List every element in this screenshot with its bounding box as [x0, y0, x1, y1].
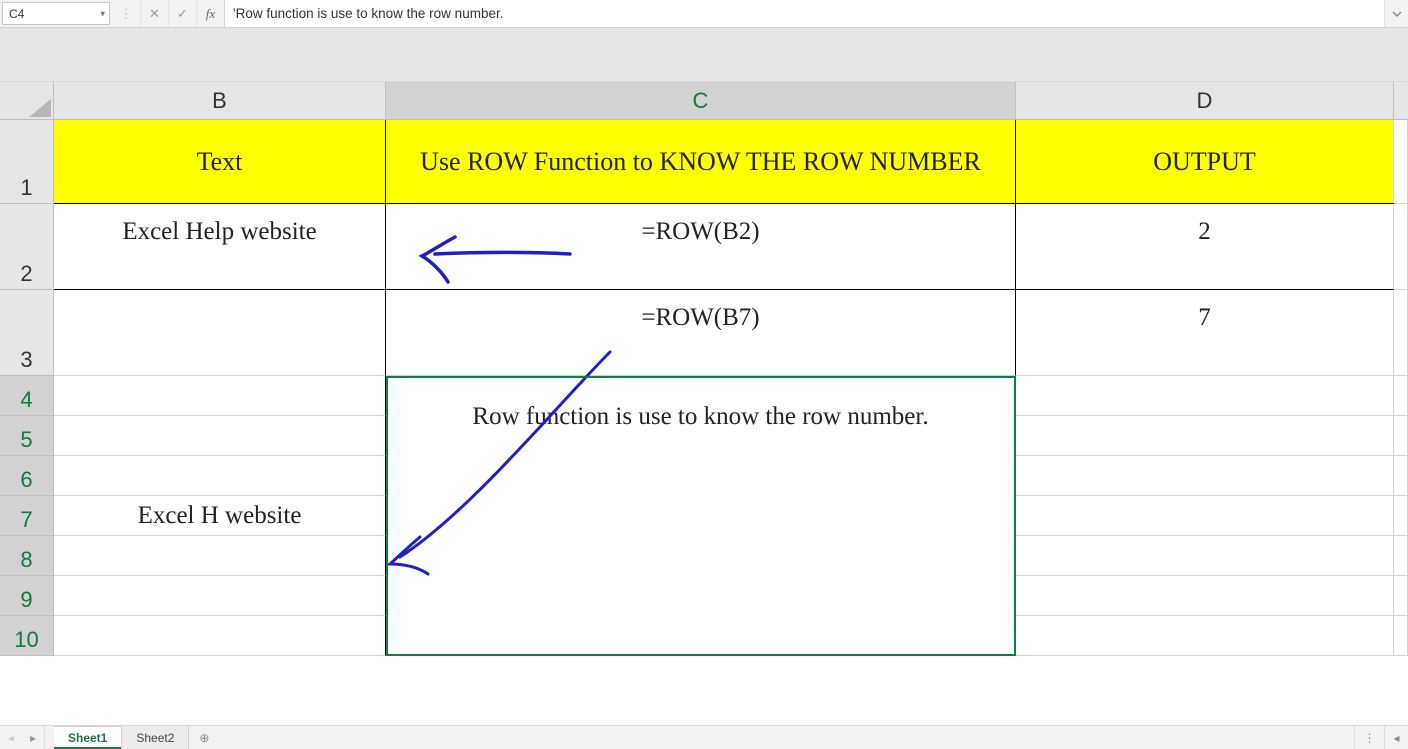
- cell-edge: [1394, 416, 1408, 456]
- formula-text: 'Row function is use to know the row num…: [233, 6, 503, 21]
- insert-function-button[interactable]: fx: [196, 0, 224, 27]
- accept-button[interactable]: ✓: [168, 0, 196, 27]
- row-header-3[interactable]: 3: [0, 290, 54, 376]
- cell-text: Excel Help website: [122, 218, 316, 246]
- tab-scroll-right-button[interactable]: ▸: [22, 726, 44, 749]
- cell-B1[interactable]: Text: [54, 120, 386, 204]
- formula-input[interactable]: 'Row function is use to know the row num…: [224, 0, 1384, 27]
- fx-icon: fx: [206, 6, 215, 22]
- cell-B6[interactable]: [54, 456, 386, 496]
- col-header-C[interactable]: C: [386, 82, 1016, 120]
- sheet-tab-bar: ◂ ▸ Sheet1 Sheet2 ⊕ ⋮ ◂: [0, 725, 1408, 749]
- cell-B2[interactable]: Excel Help website: [54, 204, 386, 290]
- cell-B3[interactable]: [54, 290, 386, 376]
- plus-circle-icon: ⊕: [199, 731, 209, 745]
- cell-D3[interactable]: 7: [1016, 290, 1394, 376]
- cell-edge: [1394, 376, 1408, 416]
- triangle-right-icon: ▸: [30, 731, 36, 745]
- sheet-tab-sheet2[interactable]: Sheet2: [122, 726, 189, 749]
- cell-edge: [1394, 496, 1408, 536]
- row-header-4[interactable]: 4: [0, 376, 54, 416]
- col-header-D[interactable]: D: [1016, 82, 1394, 120]
- cell-text: 7: [1198, 304, 1211, 332]
- new-sheet-button[interactable]: ⊕: [189, 726, 219, 749]
- cell-C1[interactable]: Use ROW Function to KNOW THE ROW NUMBER: [386, 120, 1016, 204]
- chevron-down-icon: [1392, 9, 1402, 19]
- dots-icon: ⋮: [1364, 731, 1376, 745]
- cell-B10[interactable]: [54, 616, 386, 656]
- triangle-left-icon: ◂: [8, 731, 14, 745]
- triangle-left-icon: ◂: [1393, 731, 1399, 745]
- cell-D9[interactable]: [1016, 576, 1394, 616]
- worksheet-area: B C D 1 Text Use ROW Function to KNOW TH…: [0, 82, 1408, 725]
- cell-text: Use ROW Function to KNOW THE ROW NUMBER: [420, 146, 981, 177]
- chevron-down-icon[interactable]: ▾: [100, 8, 105, 19]
- row-header-8[interactable]: 8: [0, 536, 54, 576]
- x-icon: ✕: [149, 6, 160, 22]
- tab-label: Sheet1: [68, 731, 107, 745]
- cell-D1[interactable]: OUTPUT: [1016, 120, 1394, 204]
- cell-edge: [1394, 616, 1408, 656]
- tab-options-button[interactable]: ⋮: [1354, 726, 1384, 749]
- cell-edge: [1394, 536, 1408, 576]
- row-header-1[interactable]: 1: [0, 120, 54, 204]
- cell-B4[interactable]: [54, 376, 386, 416]
- cell-C4-merged[interactable]: Row function is use to know the row numb…: [386, 376, 1016, 656]
- cell-B7[interactable]: Excel H website: [54, 496, 386, 536]
- tab-scroll-left-button[interactable]: ◂: [0, 726, 22, 749]
- cancel-button[interactable]: ✕: [140, 0, 168, 27]
- expand-formula-bar-button[interactable]: [1384, 0, 1408, 27]
- spreadsheet-grid[interactable]: B C D 1 Text Use ROW Function to KNOW TH…: [0, 82, 1408, 656]
- hscroll-left-button[interactable]: ◂: [1384, 726, 1408, 749]
- cell-D10[interactable]: [1016, 616, 1394, 656]
- ribbon-spacer: [0, 28, 1408, 82]
- cell-D7[interactable]: [1016, 496, 1394, 536]
- cell-B5[interactable]: [54, 416, 386, 456]
- cell-D8[interactable]: [1016, 536, 1394, 576]
- name-box-value: C4: [9, 7, 24, 21]
- cell-text: =ROW(B7): [641, 304, 759, 332]
- cell-edge: [1394, 290, 1408, 376]
- col-header-edge: [1394, 82, 1408, 120]
- cell-text: 2: [1198, 218, 1211, 246]
- check-icon: ✓: [177, 6, 188, 22]
- spacer: [219, 726, 1354, 749]
- separator-dots-icon: ⋮: [112, 0, 140, 27]
- row-header-9[interactable]: 9: [0, 576, 54, 616]
- sheet-tab-sheet1[interactable]: Sheet1: [54, 726, 122, 749]
- row-header-10[interactable]: 10: [0, 616, 54, 656]
- cell-D6[interactable]: [1016, 456, 1394, 496]
- cell-text: Excel H website: [138, 502, 302, 530]
- cell-B9[interactable]: [54, 576, 386, 616]
- cell-edge: [1394, 456, 1408, 496]
- cell-D5[interactable]: [1016, 416, 1394, 456]
- row-header-6[interactable]: 6: [0, 456, 54, 496]
- cell-D2[interactable]: 2: [1016, 204, 1394, 290]
- cell-B8[interactable]: [54, 536, 386, 576]
- cell-edge: [1394, 576, 1408, 616]
- name-box[interactable]: C4 ▾: [2, 2, 110, 25]
- cell-text: =ROW(B2): [641, 218, 759, 246]
- cell-D4[interactable]: [1016, 376, 1394, 416]
- row-header-7[interactable]: 7: [0, 496, 54, 536]
- row-header-5[interactable]: 5: [0, 416, 54, 456]
- cell-text: Text: [197, 147, 243, 177]
- cell-edge: [1394, 204, 1408, 290]
- row-header-2[interactable]: 2: [0, 204, 54, 290]
- cell-edge: [1394, 120, 1408, 204]
- separator: [44, 726, 54, 749]
- cell-C2[interactable]: =ROW(B2): [386, 204, 1016, 290]
- cell-text: Row function is use to know the row numb…: [472, 400, 928, 434]
- cell-text: OUTPUT: [1153, 147, 1256, 177]
- col-header-B[interactable]: B: [54, 82, 386, 120]
- cell-C3[interactable]: =ROW(B7): [386, 290, 1016, 376]
- tab-label: Sheet2: [136, 731, 174, 745]
- formula-bar: C4 ▾ ⋮ ✕ ✓ fx 'Row function is use to kn…: [0, 0, 1408, 28]
- select-all-corner[interactable]: [0, 82, 54, 120]
